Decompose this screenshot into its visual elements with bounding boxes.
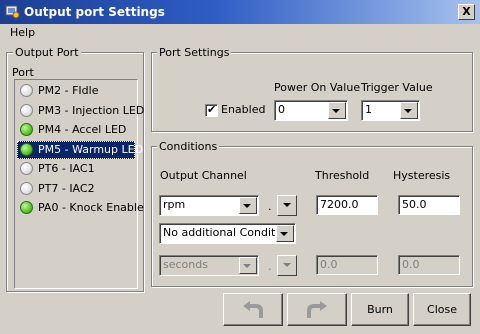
port-list-item-label: PM3 - Injection LED [38,104,145,117]
chevron-down-icon[interactable] [239,197,257,214]
second-operator-value: . [268,260,272,273]
port-list-item[interactable]: PM5 - Warmup LED [17,141,143,159]
port-settings-group-title: Port Settings [157,46,232,59]
second-threshold-input: 0.0 [316,255,378,275]
second-hysteresis-input: 0.0 [398,255,460,275]
title-bar[interactable]: Output port Settings X [0,0,480,24]
enabled-checkbox[interactable]: ✔ [205,103,218,117]
second-operator-dropdown-button [277,255,297,276]
second-channel-dropdown: seconds [159,255,259,276]
port-list-item[interactable]: PM3 - Injection LED [17,102,144,120]
led-off-icon [20,104,33,117]
menu-help[interactable]: Help [10,26,35,39]
menu-bar: Help [0,24,480,42]
threshold-label: Threshold [315,169,370,182]
operator-value: . [268,200,272,213]
enabled-label: Enabled [221,103,266,116]
port-list-item[interactable]: PM4 - Accel LED [17,121,135,139]
led-off-icon [20,182,33,195]
led-on-icon [20,143,33,156]
port-list-item-label: PT7 - IAC2 [38,182,95,195]
port-list[interactable]: PM2 - FIdle PM3 - Injection LED PM4 - Acce… [14,79,144,289]
chevron-down-icon[interactable] [276,225,294,242]
output-channel-label: Output Channel [160,169,247,182]
hysteresis-input[interactable]: 50.0 [398,195,460,215]
port-list-item[interactable]: PT7 - IAC2 [17,180,135,198]
close-button[interactable]: Close [413,293,471,326]
output-channel-dropdown[interactable]: rpm [159,195,259,216]
burn-button[interactable]: Burn [351,293,409,326]
chevron-down-icon[interactable] [328,102,346,119]
port-list-item-label: PM5 - Warmup LED [38,143,144,156]
hysteresis-label: Hysteresis [393,169,451,182]
led-on-icon [20,201,33,214]
port-list-item[interactable]: PA0 - Knock Enable [17,199,144,217]
threshold-input[interactable]: 7200.0 [316,195,378,215]
app-icon [5,5,20,19]
additional-condition-dropdown[interactable]: No additional Condition [159,223,296,244]
trigger-value-dropdown[interactable]: 1 [361,100,420,121]
power-on-value-dropdown[interactable]: 0 [274,100,348,121]
chevron-down-icon [239,257,257,274]
port-list-item-label: PA0 - Knock Enable [38,201,144,214]
undo-icon [243,301,263,318]
checkmark-icon: ✔ [207,103,217,116]
led-on-icon [20,123,33,136]
port-list-item-label: PM2 - FIdle [38,84,99,97]
close-window-icon[interactable]: X [458,4,475,20]
port-list-item-label: PT6 - IAC1 [38,162,95,175]
port-list-item[interactable]: PT6 - IAC1 [17,160,135,178]
redo-icon [307,301,327,318]
redo-button[interactable] [287,293,347,326]
output-port-group-title: Output Port [13,46,81,59]
window-title: Output port Settings [24,5,165,19]
conditions-group-title: Conditions [157,140,220,153]
chevron-down-icon[interactable] [400,102,418,119]
undo-button[interactable] [223,293,283,326]
trigger-value-label: Trigger Value [361,81,433,94]
port-list-item-label: PM4 - Accel LED [38,123,127,136]
power-on-value-label: Power On Value [274,81,361,94]
led-off-icon [20,84,33,97]
operator-dropdown-button[interactable] [277,195,297,216]
led-off-icon [20,162,33,175]
port-list-header: Port [12,66,34,79]
port-list-item[interactable]: PM2 - FIdle [17,82,135,100]
